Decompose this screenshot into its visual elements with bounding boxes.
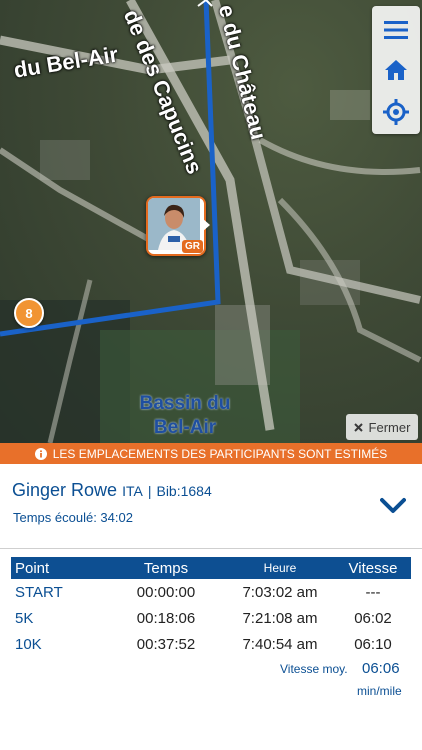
split-speed: 06:10 bbox=[354, 635, 392, 653]
split-point: 10K bbox=[15, 635, 42, 653]
estimate-banner: LES EMPLACEMENTS DES PARTICIPANTS SONT E… bbox=[0, 443, 422, 464]
home-icon bbox=[385, 60, 407, 80]
runner-separator: | bbox=[147, 483, 152, 499]
header-time: Temps bbox=[107, 557, 225, 579]
average-speed-value: 06:06 bbox=[362, 660, 400, 677]
close-button[interactable]: Fermer bbox=[346, 414, 418, 440]
course-map[interactable]: du Bel-Air de des Capucins e du Château … bbox=[0, 0, 422, 443]
header-point: Point bbox=[11, 557, 107, 579]
lake-label: Bassin du Bel-Air bbox=[139, 393, 231, 438]
split-point: 5K bbox=[15, 609, 34, 627]
split-time: 00:37:52 bbox=[136, 635, 196, 653]
runner-marker-pointer bbox=[202, 218, 210, 232]
split-hour: 7:21:08 am bbox=[242, 609, 318, 627]
runner-bib: Bib:1684 bbox=[156, 483, 212, 499]
table-row: 5K 00:18:06 7:21:08 am 06:02 bbox=[11, 605, 411, 631]
runner-nationality: ITA bbox=[122, 483, 143, 499]
split-point: START bbox=[15, 583, 63, 601]
banner-text: LES EMPLACEMENTS DES PARTICIPANTS SONT E… bbox=[52, 446, 388, 461]
close-icon bbox=[353, 422, 363, 432]
chevron-down-icon[interactable] bbox=[380, 496, 406, 516]
split-speed: 06:02 bbox=[354, 609, 392, 627]
menu-button[interactable] bbox=[380, 14, 412, 46]
splits-header-row: Point Temps Heure Vitesse bbox=[11, 557, 411, 579]
info-icon bbox=[34, 447, 47, 460]
average-speed-unit: min/mile bbox=[357, 684, 402, 698]
split-hour: 7:40:54 am bbox=[242, 635, 318, 653]
runner-initials-badge: GR bbox=[182, 240, 203, 253]
runner-location-marker[interactable]: GR bbox=[146, 196, 206, 256]
table-row: START 00:00:00 7:03:02 am --- bbox=[11, 579, 411, 605]
km-marker[interactable]: 8 bbox=[14, 298, 44, 328]
runner-name: Ginger Rowe bbox=[12, 480, 118, 500]
table-row: 10K 00:37:52 7:40:54 am 06:10 bbox=[11, 631, 411, 657]
header-speed: Vitesse bbox=[335, 557, 411, 579]
elapsed-time: Temps écoulé: 34:02 bbox=[13, 510, 133, 525]
split-hour: 7:03:02 am bbox=[242, 583, 318, 601]
locate-button[interactable] bbox=[380, 96, 412, 128]
home-button[interactable] bbox=[380, 54, 412, 86]
close-label: Fermer bbox=[368, 419, 411, 435]
runner-header: Ginger Rowe ITA | Bib:1684 bbox=[12, 480, 212, 501]
locate-icon bbox=[383, 99, 409, 125]
menu-icon bbox=[384, 21, 408, 39]
splits-table: Point Temps Heure Vitesse START 00:00:00… bbox=[11, 557, 411, 657]
split-time: 00:18:06 bbox=[136, 609, 196, 627]
average-speed-label: Vitesse moy. bbox=[280, 662, 348, 676]
split-speed: --- bbox=[365, 583, 381, 601]
runner-info-panel: Ginger Rowe ITA | Bib:1684 Temps écoulé:… bbox=[0, 464, 422, 549]
header-hour: Heure bbox=[225, 557, 335, 579]
map-controls bbox=[372, 6, 420, 134]
split-time: 00:00:00 bbox=[136, 583, 196, 601]
